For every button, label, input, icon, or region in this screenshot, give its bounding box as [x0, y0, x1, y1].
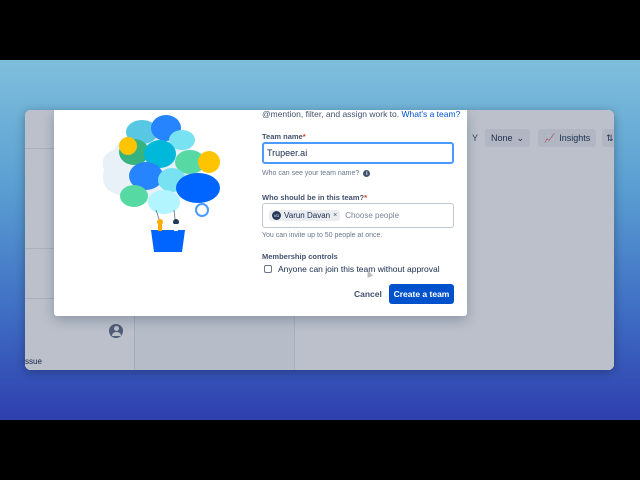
- members-label: Who should be in this team?*: [262, 193, 368, 202]
- membership-label: Membership controls: [262, 252, 338, 261]
- cancel-button[interactable]: Cancel: [348, 285, 388, 303]
- people-picker[interactable]: VD Varun Davan × Choose people: [262, 203, 454, 228]
- avatar: VD: [272, 211, 281, 220]
- info-icon[interactable]: i: [363, 170, 371, 177]
- intro-text: @mention, filter, and assign work to. Wh…: [262, 110, 461, 119]
- remove-member-icon[interactable]: ×: [333, 212, 337, 219]
- member-chip: VD Varun Davan ×: [269, 210, 341, 221]
- team-illustration: [102, 115, 220, 252]
- people-placeholder: Choose people: [345, 211, 400, 220]
- create-team-modal: @mention, filter, and assign work to. Wh…: [54, 110, 467, 316]
- video-stage: ssue Y None ⌄ 📈 Insights ⇅ @mention, fil…: [0, 60, 640, 420]
- app-window: ssue Y None ⌄ 📈 Insights ⇅ @mention, fil…: [25, 110, 614, 370]
- team-name-input[interactable]: Trupeer.ai: [262, 142, 454, 164]
- whats-a-team-link[interactable]: What's a team?: [402, 110, 461, 119]
- team-name-helper: Who can see your team name? i: [262, 170, 371, 177]
- approval-checkbox[interactable]: [264, 265, 272, 273]
- members-helper: You can invite up to 50 people at once.: [262, 232, 383, 239]
- team-name-label: Team name*: [262, 132, 306, 141]
- create-team-button[interactable]: Create a team: [389, 284, 454, 304]
- membership-option[interactable]: Anyone can join this team without approv…: [264, 264, 440, 274]
